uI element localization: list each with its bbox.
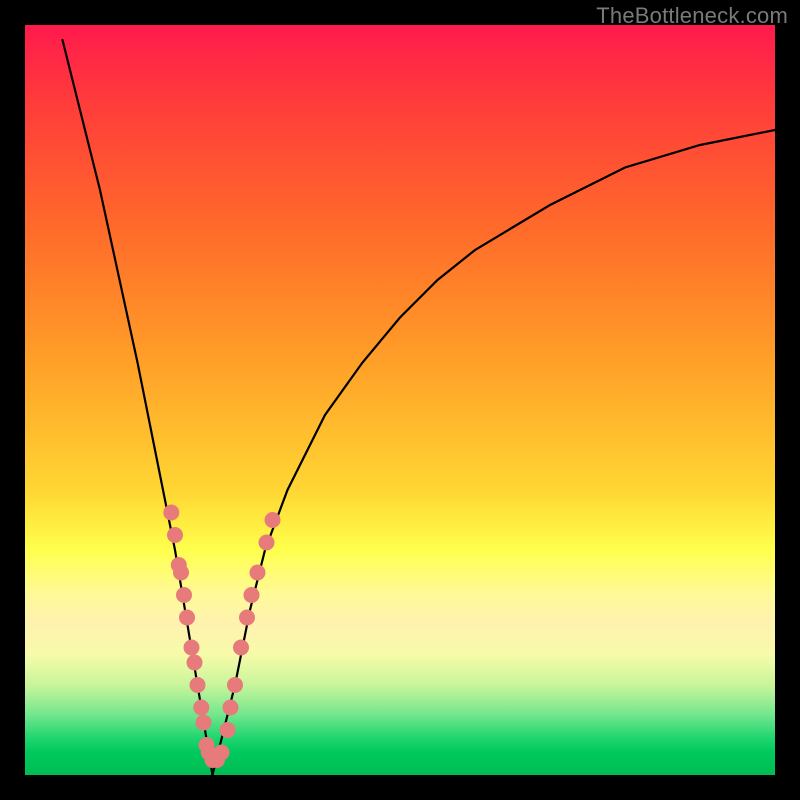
watermark-text: TheBottleneck.com (596, 3, 788, 29)
scatter-dot (265, 512, 281, 528)
scatter-dot (250, 565, 266, 581)
scatter-dot (244, 587, 260, 603)
scatter-dot (227, 677, 243, 693)
bottleneck-curve (63, 40, 776, 775)
scatter-dot (259, 535, 275, 551)
scatter-dot (196, 715, 212, 731)
scatter-dot (214, 745, 230, 761)
scatter-dot (190, 677, 206, 693)
scatter-dot (233, 640, 249, 656)
chart-plot-area (25, 25, 775, 775)
scatter-dot (193, 700, 209, 716)
scatter-dot (220, 722, 236, 738)
scatter-dot (176, 587, 192, 603)
chart-frame: TheBottleneck.com (0, 0, 800, 800)
scatter-dot (187, 655, 203, 671)
scatter-dot (163, 505, 179, 521)
scatter-dot (239, 610, 255, 626)
scatter-dot (167, 527, 183, 543)
scatter-dot (223, 700, 239, 716)
chart-svg (25, 25, 775, 775)
scatter-dots-group (163, 505, 280, 769)
scatter-dot (184, 640, 200, 656)
scatter-dot (173, 565, 189, 581)
scatter-dot (179, 610, 195, 626)
